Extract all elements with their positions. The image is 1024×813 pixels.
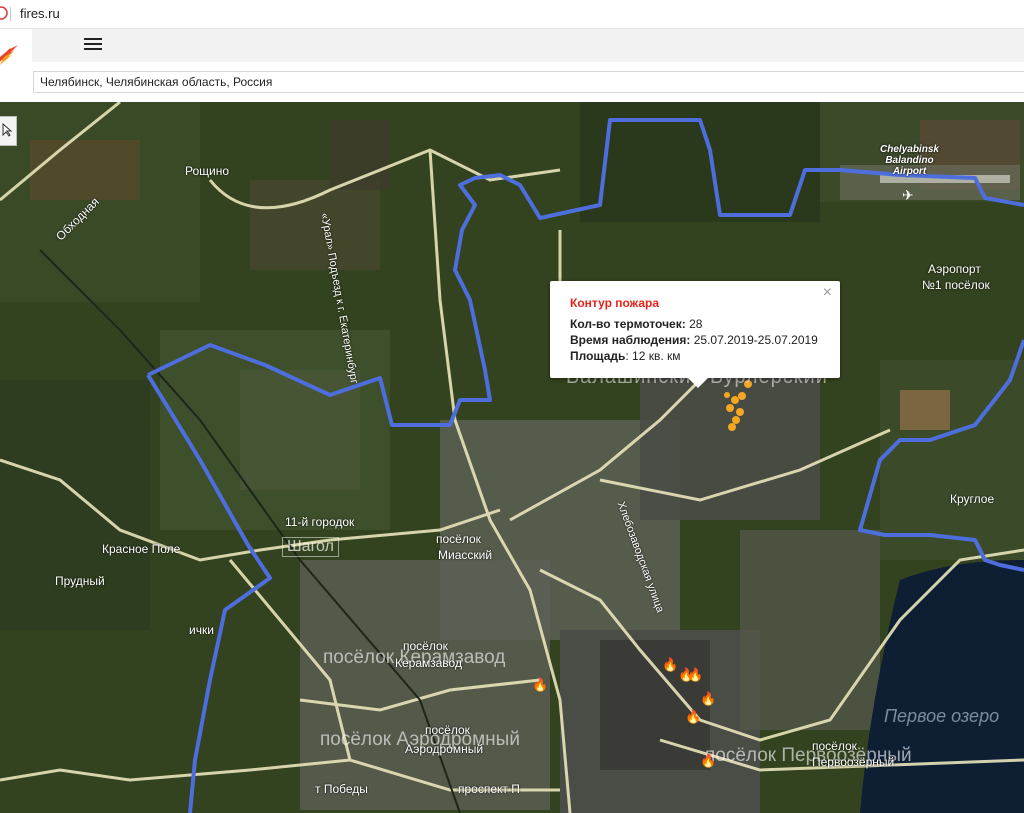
fullscreen-button[interactable] xyxy=(0,116,17,146)
browser-address-bar[interactable]: fires.ru xyxy=(0,0,1024,29)
popup-pointer xyxy=(688,378,708,388)
site-info-icon[interactable] xyxy=(0,5,8,21)
satellite-map[interactable]: ✈ Обходная Рощино «Урал» Подъезд к г. Ек… xyxy=(0,102,1024,813)
popup-row-value: : 12 кв. км xyxy=(625,349,681,363)
location-search-input[interactable] xyxy=(34,72,990,92)
app-header xyxy=(0,29,1024,102)
popup-close-button[interactable]: × xyxy=(823,284,832,302)
popup-title: Контур пожара xyxy=(570,296,660,310)
popup-row-label: Кол-во термоточек: xyxy=(570,317,686,331)
hamburger-menu-icon[interactable] xyxy=(84,36,102,52)
popup-row-value: 28 xyxy=(689,317,703,331)
location-search-field[interactable] xyxy=(33,71,1024,93)
popup-row-label: Время наблюдения: xyxy=(570,333,691,347)
toolbar xyxy=(32,29,1024,62)
address-separator xyxy=(10,7,11,21)
address-url[interactable]: fires.ru xyxy=(20,6,60,21)
map-canvas[interactable]: ✈ xyxy=(0,102,1024,813)
fire-contour-popup: × Контур пожара Кол-во термоточек: 28 Вр… xyxy=(550,281,840,388)
popup-row-value: 25.07.2019-25.07.2019 xyxy=(693,333,818,347)
cursor-icon xyxy=(2,123,13,137)
fire-logo-icon[interactable] xyxy=(0,43,20,67)
popup-row-label: Площадь xyxy=(570,349,626,363)
airport-icon: ✈ xyxy=(902,188,914,204)
popup-row-points: Кол-во термоточек: 28 xyxy=(570,317,702,331)
popup-row-area: Площадь: 12 кв. км xyxy=(570,349,681,363)
popup-row-time: Время наблюдения: 25.07.2019-25.07.2019 xyxy=(570,333,818,347)
